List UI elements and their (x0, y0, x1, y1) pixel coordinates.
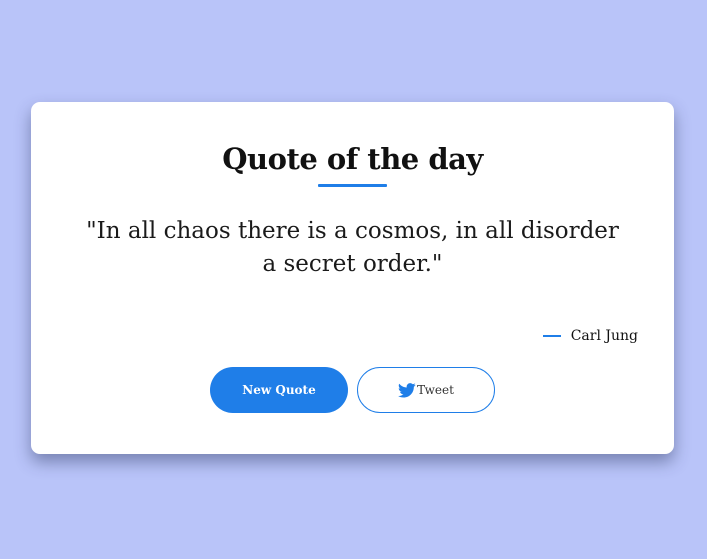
title-underline (318, 184, 387, 187)
quote-text: "In all chaos there is a cosmos, in all … (86, 218, 619, 277)
tweet-button[interactable]: Tweet (357, 367, 495, 413)
page-title: Quote of the day (222, 142, 483, 176)
quote-author: Carl Jung (570, 328, 638, 344)
new-quote-button[interactable]: New Quote (210, 367, 348, 413)
quote-card: Quote of the day "In all chaos there is … (31, 102, 674, 454)
author-dash (542, 335, 561, 337)
author-row: Carl Jung (542, 328, 638, 344)
twitter-bird-icon (398, 382, 416, 398)
new-quote-label: New Quote (242, 383, 316, 397)
tweet-label: Tweet (417, 383, 454, 397)
